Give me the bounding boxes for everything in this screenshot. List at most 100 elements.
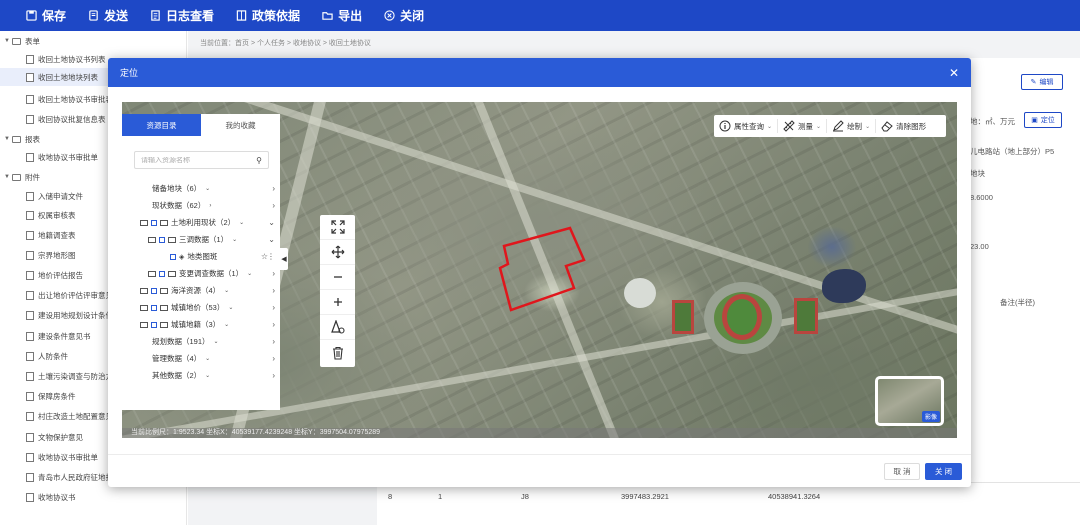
locate-icon: ▣ [1031,117,1038,124]
zoom-in-icon [333,298,342,306]
send-icon [89,10,98,21]
edit-button[interactable]: ✎ 编辑 [1021,74,1063,90]
checkbox[interactable] [170,253,176,260]
table-cell: 3997483.2921 [621,492,669,501]
checkbox[interactable] [151,321,157,328]
chevron-right-icon[interactable]: › [272,371,275,380]
chevron-down-icon: ⌄ [247,271,253,277]
checkbox[interactable] [151,287,157,294]
chevron-down-icon[interactable]: ⌄ [268,218,275,227]
sidebar-item-label: 保障房条件 [38,391,76,401]
tree-item[interactable]: 土地利用现状（2） ⌄ ⌄ [122,214,280,231]
tree-item-label: 储备地块（6） [152,184,202,193]
tree-item[interactable]: 规划数据（191） ⌄ › [122,333,280,350]
chevron-right-icon[interactable]: › [272,303,275,312]
pan-button[interactable] [320,240,355,265]
tree-item-label: 现状数据（62） [152,201,206,210]
table-cell: 8 [388,492,393,501]
chevron-right-icon[interactable]: › [272,286,275,295]
unit-text: 地：㎡、万元 [970,117,1015,126]
measure-area-button[interactable] [320,315,355,340]
tree-item-label: 规划数据（191） [152,337,210,346]
policy-button[interactable]: 政策依据 [236,7,300,24]
tree-item[interactable]: 现状数据（62） › › [122,197,280,214]
sidebar-item-label: 建设用地规划设计条件 [38,310,113,320]
chevron-right-icon[interactable]: › [272,184,275,193]
tree-item[interactable]: 其他数据（2） ⌄ › [122,367,280,384]
close-button[interactable]: 关 闭 [925,463,962,480]
pencil-icon [833,120,844,132]
search-icon[interactable]: ⚲ [256,156,262,165]
attribute-query-button[interactable]: 属性查询 ⌄ [714,119,779,133]
tree-item[interactable]: 城镇地籍（3） ⌄ › [122,316,280,333]
sidebar-item-label: 建设条件意见书 [38,331,91,341]
draw-button[interactable]: 绘制 ⌄ [827,119,877,133]
tab-resource-catalog[interactable]: 资源目录 [122,114,201,136]
checkbox[interactable] [151,304,157,311]
tree-item[interactable]: 海洋资源（4） ⌄ › [122,282,280,299]
sidebar-item[interactable]: 收地协议书 [0,488,186,506]
sidebar-item-label: 村庄改造土地配置意见 [38,411,113,421]
tree-item-label: 城镇地籍（3） [171,320,221,329]
tree-item[interactable]: 管理数据（4） ⌄ › [122,350,280,367]
checkbox[interactable] [151,219,157,226]
tree-item[interactable]: 三调数据（1） ⌄ ⌄ [122,231,280,248]
chevron-right-icon[interactable]: › [272,269,275,278]
tree-item-label: 三调数据（1） [179,235,229,244]
chevron-right-icon[interactable]: › [272,354,275,363]
chevron-down-icon[interactable]: ⌄ [268,235,275,244]
tree-item-label: 变更调查数据（1） [179,269,244,278]
sidebar-item-label: 人防条件 [38,351,68,361]
send-button[interactable]: 发送 [88,7,128,24]
delete-icon [332,346,343,360]
detail-text: 8.6000 [970,193,993,202]
delete-button[interactable] [320,340,355,365]
log-view-button[interactable]: 日志查看 [150,7,214,24]
detail-text: 儿电路站（地上部分）P5 [970,147,1055,156]
clear-graphics-button[interactable]: 清除图形 [876,119,931,133]
chevron-down-icon: ⌄ [213,339,219,345]
document-icon [26,94,34,104]
tree-item[interactable]: 储备地块（6） ⌄ › [122,180,280,197]
measure-button[interactable]: 测量 ⌄ [778,119,828,133]
close-icon[interactable]: ✕ [949,66,959,80]
tree-item[interactable]: 城镇地价（53） ⌄ › [122,299,280,316]
close-page-button[interactable]: 关闭 [384,7,424,24]
map-tools [320,215,355,367]
cancel-button[interactable]: 取 消 [884,463,920,480]
basemap-switcher[interactable]: 影像 [875,376,944,426]
chevron-right-icon[interactable]: › [272,201,275,210]
sidebar-folder-forms[interactable]: ▼ 表单 [0,32,186,50]
column-header: 备注(半径) [1000,298,1035,307]
map-view[interactable]: 资源目录 我的收藏 ⚲ 储备地块（6）⌄› 现状数据（62）›› 土地利用现状（… [122,102,957,438]
tab-my-favorites[interactable]: 我的收藏 [201,114,280,136]
resource-search-input[interactable] [141,156,246,164]
document-icon [26,210,34,220]
dialog-divider [108,454,971,455]
document-icon [26,191,34,201]
document-icon [26,230,34,240]
tree-item-label: 管理数据（4） [152,354,202,363]
zoom-out-button[interactable] [320,265,355,290]
export-button[interactable]: 导出 [322,7,362,24]
tree-item[interactable]: 变更调查数据（1） ⌄ › [122,265,280,282]
chevron-right-icon[interactable]: › [272,337,275,346]
more-icon[interactable]: ⋮ [267,252,275,261]
folder-icon [12,37,21,45]
chevron-down-icon: ⌄ [232,237,238,243]
panel-collapse-handle[interactable]: ◀ [280,248,288,270]
tree-item-layer[interactable]: ◈ 地类图斑 ☆ ⋮ [122,248,280,265]
document-icon [26,290,34,300]
checkbox[interactable] [159,236,165,243]
fullscreen-button[interactable] [320,215,355,240]
chevron-right-icon[interactable]: › [272,320,275,329]
zoom-in-button[interactable] [320,290,355,315]
folder-icon [160,219,168,226]
folder-icon [12,135,21,143]
save-button[interactable]: 保存 [26,7,66,24]
detail-card [965,58,1080,525]
checkbox[interactable] [159,270,165,277]
sidebar-item-label: 地价评估报告 [38,270,83,280]
document-icon [26,54,34,64]
locate-button[interactable]: ▣ 定位 [1024,112,1062,128]
